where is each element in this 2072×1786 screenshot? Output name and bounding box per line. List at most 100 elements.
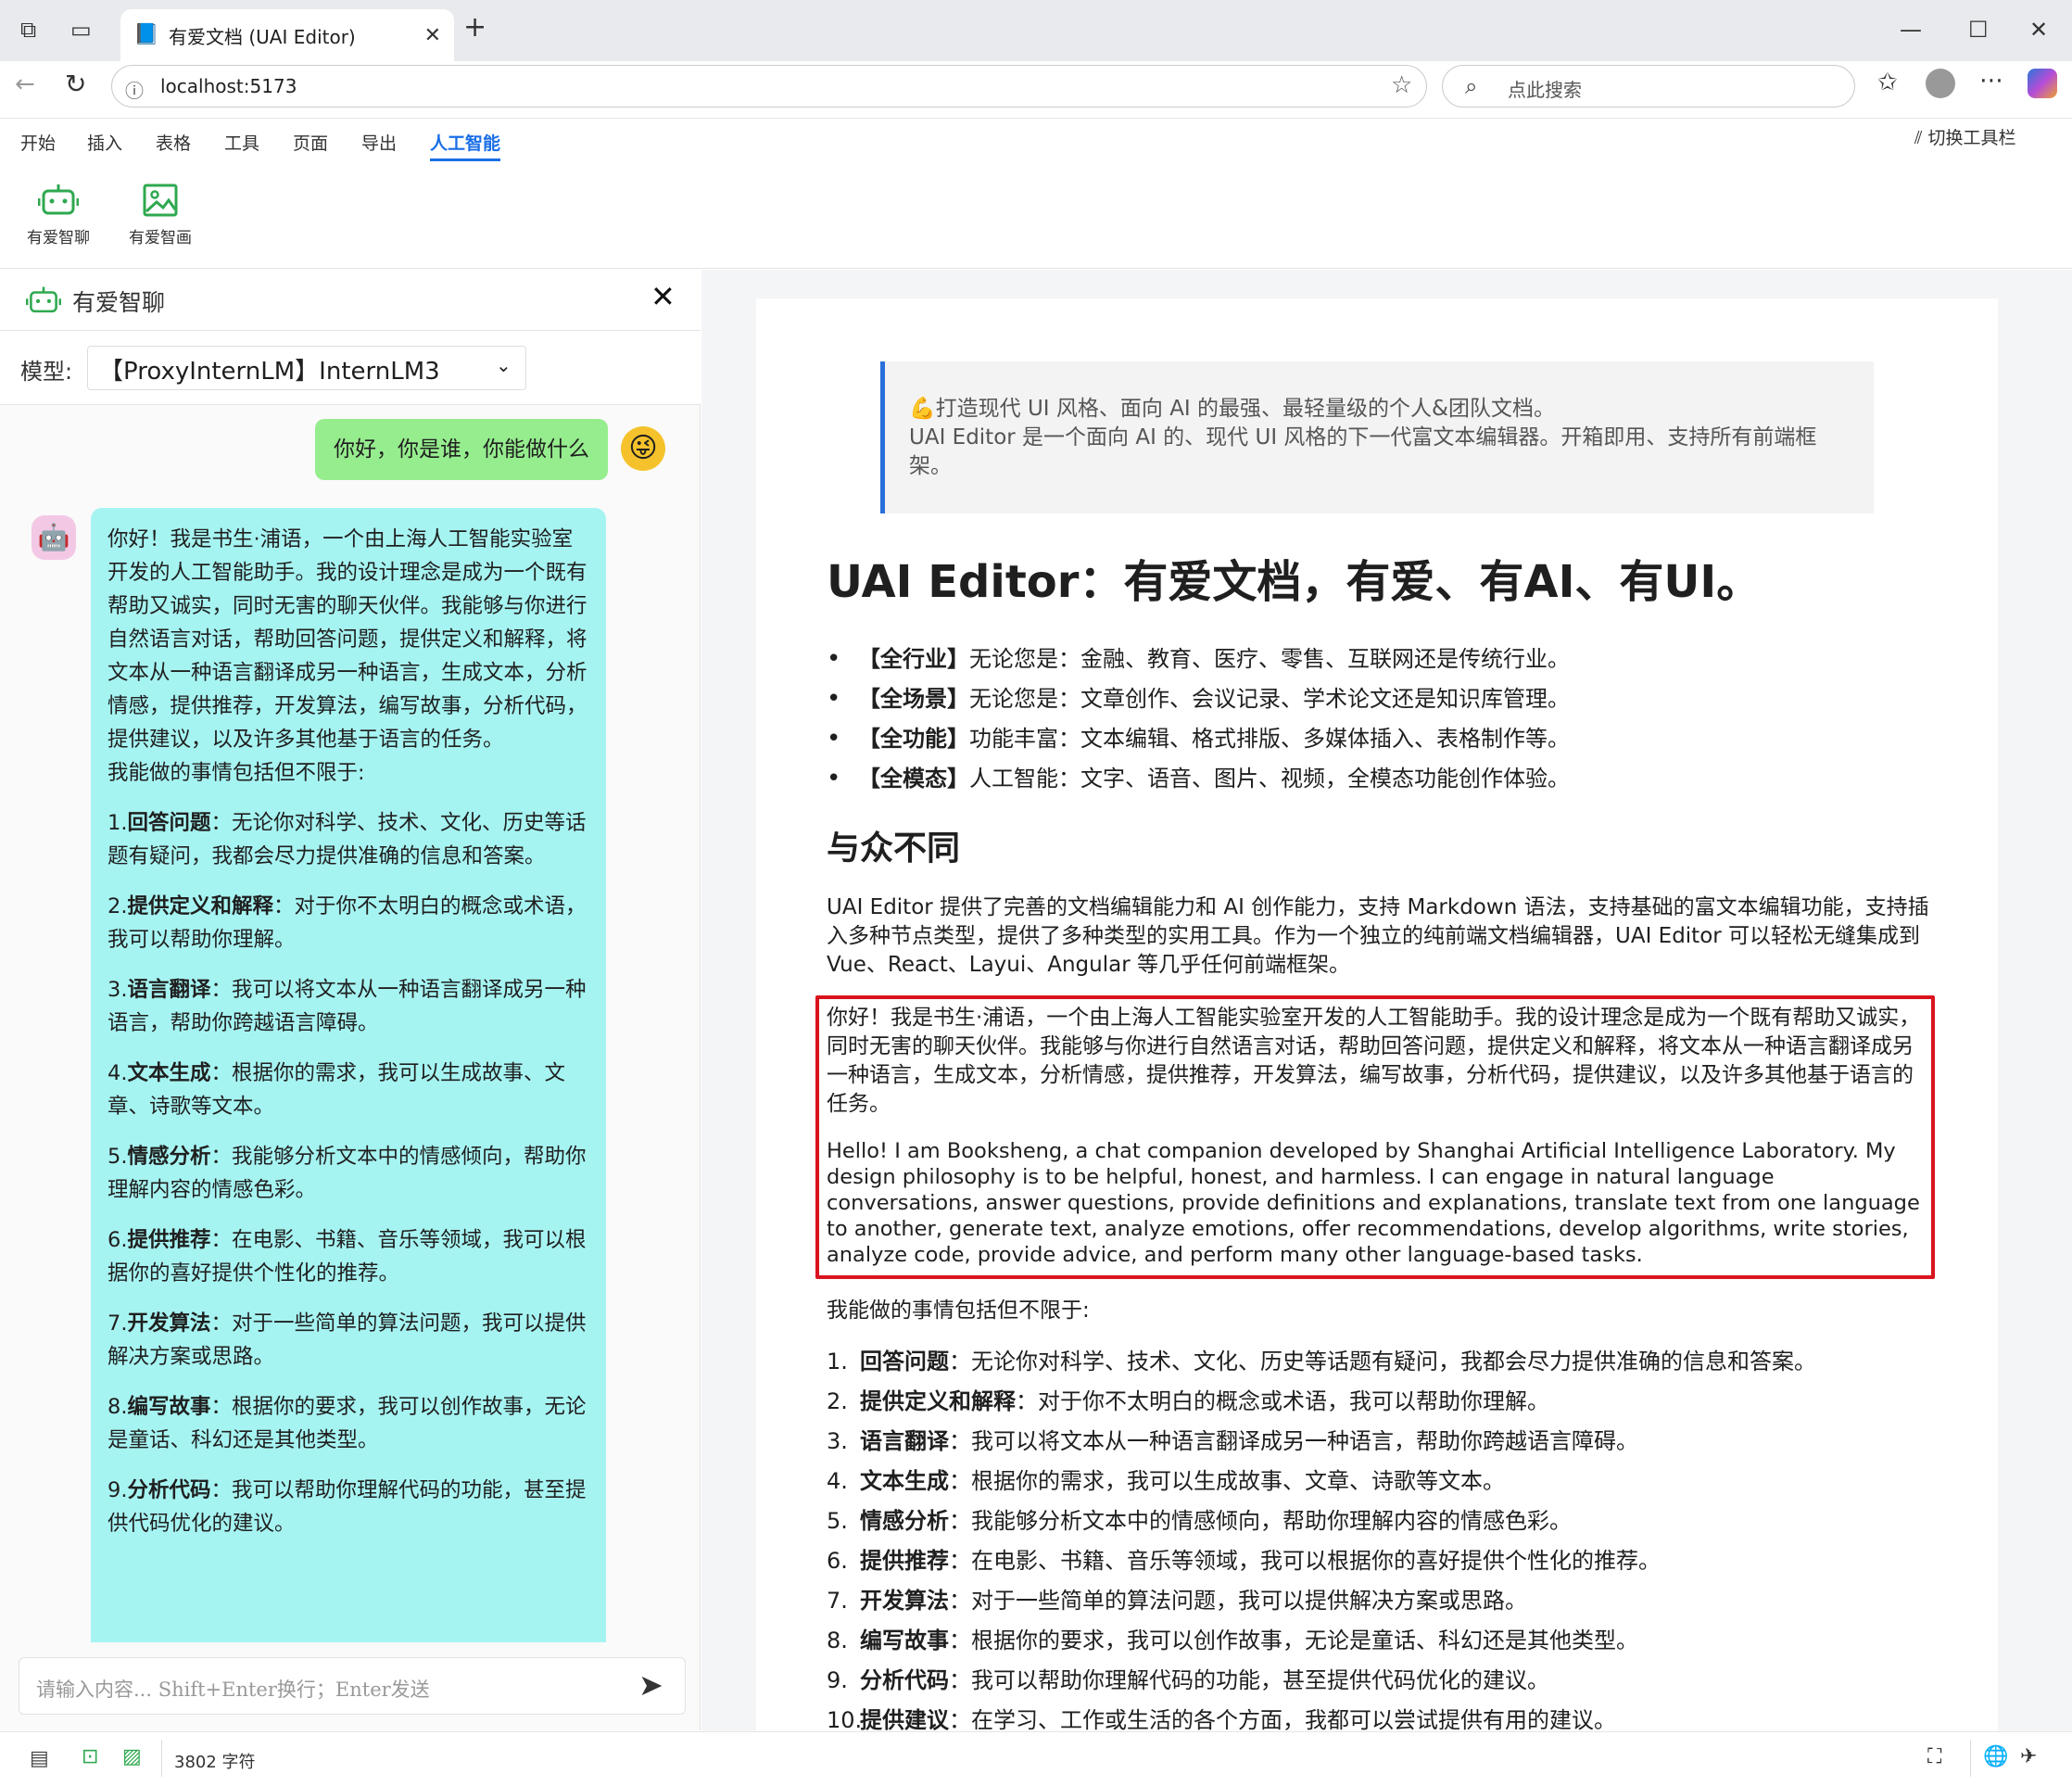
capability-item: 1. 回答问题：无论你对科学、技术、文化、历史等话题有疑问，我都会尽力提供准确的信…	[827, 1342, 1816, 1382]
search-placeholder: 点此搜索	[1508, 79, 1582, 101]
menu-insert[interactable]: 插入	[87, 130, 122, 155]
capability-item-text: ：我可以将文本从一种语言翻译成另一种语言，帮助你跨越语言障碍。	[949, 1428, 1638, 1454]
capability-item-number: 1.	[827, 1349, 848, 1374]
menu-page[interactable]: 页面	[293, 130, 328, 155]
bot-list-item-number: 5.	[107, 1145, 128, 1169]
capability-item-number: 7.	[827, 1588, 848, 1614]
url-bar[interactable]: ⓘ localhost:5173 ☆	[111, 65, 1427, 108]
bot-list-item-key: 回答问题	[127, 811, 211, 835]
refresh-icon[interactable]: ↻	[65, 69, 86, 99]
menu-ai[interactable]: 人工智能	[430, 130, 501, 161]
capability-item-number: 5.	[827, 1508, 848, 1534]
maximize-icon[interactable]: ☐	[1968, 17, 1989, 43]
capability-item: 9. 分析代码：我可以帮助你理解代码的功能，甚至提供代码优化的建议。	[827, 1661, 1816, 1701]
new-tab-icon[interactable]: +	[463, 11, 486, 44]
bot-capability-list: 1.回答问题：无论你对科学、技术、文化、历史等话题有疑问，我都会尽力提供准确的信…	[107, 806, 589, 1540]
can-do-heading: 我能做的事情包括但不限于:	[827, 1298, 1090, 1323]
capability-item-text: ：对于你不太明白的概念或术语，我可以帮助你理解。	[1016, 1388, 1549, 1414]
status-divider	[161, 1740, 162, 1777]
info-icon[interactable]: ⓘ	[125, 76, 144, 103]
chat-input-placeholder: 请输入内容... Shift+Enter换行；Enter发送	[36, 1678, 430, 1701]
menu-start[interactable]: 开始	[20, 130, 56, 155]
ai-draw-button[interactable]: 有爱智画	[119, 182, 202, 247]
profile-avatar[interactable]	[1926, 69, 1955, 98]
bot-list-item-key: 提供推荐	[127, 1228, 211, 1252]
toggle-toolbar-icon: ⫽	[1914, 128, 1928, 148]
close-tab-icon[interactable]: ✕	[424, 24, 441, 47]
close-window-icon[interactable]: ✕	[2029, 17, 2048, 43]
workspaces-icon[interactable]: ⧉	[20, 17, 36, 43]
ai-chat-button[interactable]: 有爱智聊	[17, 182, 100, 247]
menu-table[interactable]: 表格	[156, 130, 191, 155]
capability-item-key: 回答问题	[860, 1349, 949, 1374]
menu-export[interactable]: 导出	[361, 130, 397, 155]
doc-heading-2: 与众不同	[827, 830, 961, 868]
fullscreen-icon[interactable]: ⛶	[1927, 1745, 1941, 1768]
tab-actions-icon[interactable]: ▭	[70, 17, 92, 43]
chat-input[interactable]: 请输入内容... Shift+Enter换行；Enter发送 ➤	[19, 1657, 686, 1715]
user-avatar: 😜	[621, 426, 665, 471]
bot-list-item: 7.开发算法：对于一些简单的算法问题，我可以提供解决方案或思路。	[107, 1307, 589, 1374]
capability-item: 7. 开发算法：对于一些简单的算法问题，我可以提供解决方案或思路。	[827, 1581, 1816, 1621]
copilot-icon[interactable]	[2028, 69, 2057, 98]
feature-item: 【全行业】无论您是：金融、教育、医疗、零售、互联网还是传统行业。	[827, 640, 1570, 679]
chevron-down-icon: ⌄	[496, 354, 512, 376]
ai-ribbon	[0, 165, 2072, 269]
feedback-icon[interactable]: ✈	[2020, 1745, 2037, 1768]
bot-list-item-key: 文本生成	[127, 1061, 211, 1085]
bot-list-item-number: 4.	[107, 1061, 128, 1085]
capability-item-key: 分析代码	[860, 1667, 949, 1693]
capability-item-number: 8.	[827, 1628, 848, 1653]
chat-robot-icon	[26, 286, 61, 313]
capability-item-text: ：在电影、书籍、音乐等领域，我可以根据你的喜好提供个性化的推荐。	[949, 1548, 1661, 1574]
feature-item-text: 无论您是：文章创作、会议记录、学术论文还是知识库管理。	[969, 686, 1570, 712]
feature-item-key: 【全场景】	[858, 686, 969, 712]
model-value: 【ProxyInternLM】InternLM3	[99, 358, 440, 386]
status-image-icon[interactable]: ▨	[122, 1745, 142, 1768]
bot-list-item-number: 8.	[107, 1395, 128, 1419]
bot-list-item-number: 3.	[107, 978, 128, 1002]
feature-item: 【全模态】人工智能：文字、语音、图片、视频，全模态功能创作体验。	[827, 759, 1570, 799]
language-icon[interactable]: 🌐	[1983, 1745, 2008, 1768]
toggle-toolbar-button[interactable]: ⫽ 切换工具栏	[1914, 124, 2016, 149]
tab-title: 有爱文档 (UAI Editor)	[169, 25, 356, 48]
feature-item-key: 【全模态】	[858, 766, 969, 792]
capability-item: 3. 语言翻译：我可以将文本从一种语言翻译成另一种语言，帮助你跨越语言障碍。	[827, 1422, 1816, 1462]
feature-item-text: 人工智能：文字、语音、图片、视频，全模态功能创作体验。	[969, 766, 1570, 792]
capability-item-text: ：对于一些简单的算法问题，我可以提供解决方案或思路。	[949, 1588, 1527, 1614]
menu-tools[interactable]: 工具	[224, 130, 259, 155]
bot-list-item: 1.回答问题：无论你对科学、技术、文化、历史等话题有疑问，我都会尽力提供准确的信…	[107, 806, 589, 873]
feature-item-text: 无论您是：金融、教育、医疗、零售、互联网还是传统行业。	[969, 646, 1570, 672]
doc-paragraph: UAI Editor 提供了完善的文档编辑能力和 AI 创作能力，支持 Mark…	[827, 895, 1929, 977]
outline-icon[interactable]: ▤	[30, 1747, 49, 1770]
capability-item-key: 提供推荐	[860, 1548, 949, 1574]
model-select[interactable]: 【ProxyInternLM】InternLM3 ⌄	[87, 346, 526, 390]
minimize-icon[interactable]: —	[1900, 17, 1922, 43]
bot-list-item-key: 开发算法	[127, 1311, 211, 1336]
url-text: localhost:5173	[160, 75, 297, 97]
feature-item-key: 【全行业】	[858, 646, 969, 672]
capability-item-number: 6.	[827, 1548, 848, 1574]
capability-item-text: ：根据你的需求，我可以生成故事、文章、诗歌等文本。	[949, 1468, 1505, 1494]
feature-item-text: 功能丰富：文本编辑、格式排版、多媒体插入、表格制作等。	[969, 726, 1570, 752]
back-icon[interactable]: ←	[15, 70, 35, 98]
search-box[interactable]: ⌕ 点此搜索	[1442, 65, 1855, 108]
bot-can-do: 我能做的事情包括但不限于:	[107, 761, 365, 785]
capability-item-key: 编写故事	[860, 1628, 949, 1653]
close-chat-icon[interactable]: ✕	[651, 279, 676, 314]
capability-item: 5. 情感分析：我能够分析文本中的情感倾向，帮助你理解内容的情感色彩。	[827, 1501, 1816, 1541]
capability-item-key: 提供建议	[860, 1707, 949, 1733]
capability-item: 4. 文本生成：根据你的需求，我可以生成故事、文章、诗歌等文本。	[827, 1462, 1816, 1501]
send-icon[interactable]: ➤	[638, 1667, 663, 1703]
favorites-icon[interactable]: ✩	[1877, 69, 1898, 96]
status-robot-icon[interactable]: ⊡	[82, 1745, 98, 1768]
feature-list: 【全行业】无论您是：金融、教育、医疗、零售、互联网还是传统行业。【全场景】无论您…	[827, 640, 1570, 799]
browser-tab[interactable]: 📘 有爱文档 (UAI Editor) ✕	[120, 9, 454, 61]
favorite-star-icon[interactable]: ☆	[1391, 71, 1412, 99]
capability-item-key: 提供定义和解释	[860, 1388, 1016, 1414]
capability-item-key: 文本生成	[860, 1468, 949, 1494]
bot-list-item: 3.语言翻译：我可以将文本从一种语言翻译成另一种语言，帮助你跨越语言障碍。	[107, 973, 589, 1040]
capability-item: 6. 提供推荐：在电影、书籍、音乐等领域，我可以根据你的喜好提供个性化的推荐。	[827, 1541, 1816, 1581]
more-options-icon[interactable]: ⋯	[1979, 67, 2003, 95]
chat-panel-title: 有爱智聊	[72, 289, 166, 316]
